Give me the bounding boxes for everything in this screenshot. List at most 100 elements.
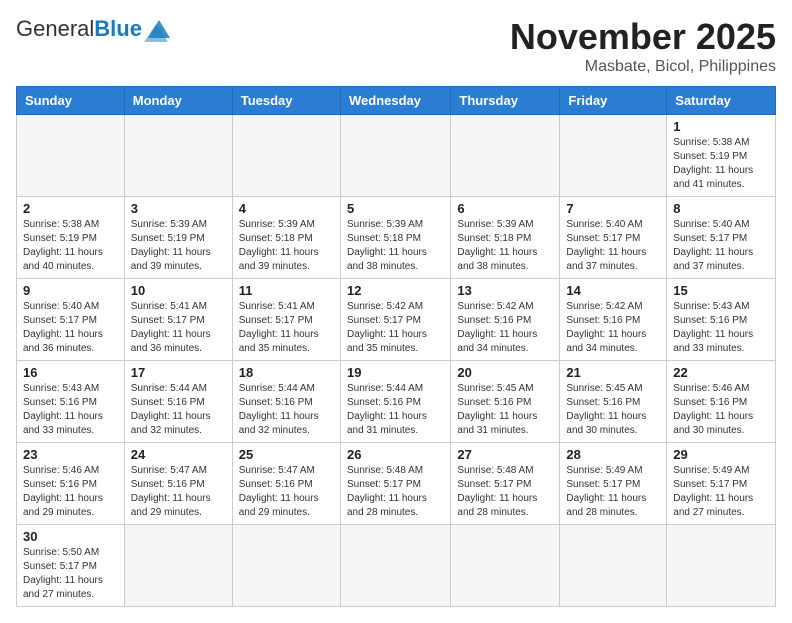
table-row [340,525,450,607]
table-row [124,525,232,607]
month-title: November 2025 [510,16,776,58]
day-number: 7 [566,201,660,216]
day-cell-7: 7Sunrise: 5:40 AMSunset: 5:17 PMDaylight… [560,197,667,279]
calendar-row-4: 16 Sunrise: 5:43 AMSunset: 5:16 PMDayligh… [17,361,776,443]
day-cell-1: 1 Sunrise: 5:38 AMSunset: 5:19 PMDaylight… [667,115,776,197]
day-cell-13: 13 Sunrise: 5:42 AMSunset: 5:16 PMDayligh… [451,279,560,361]
day-number: 21 [566,365,660,380]
logo: General Blue [16,16,172,42]
day-number: 22 [673,365,769,380]
day-cell-19: 19 Sunrise: 5:44 AMSunset: 5:16 PMDayligh… [340,361,450,443]
header-saturday: Saturday [667,87,776,115]
day-cell-16: 16 Sunrise: 5:43 AMSunset: 5:16 PMDayligh… [17,361,125,443]
day-number: 23 [23,447,118,462]
day-cell-17: 17 Sunrise: 5:44 AMSunset: 5:16 PMDayligh… [124,361,232,443]
day-number: 1 [673,119,769,134]
table-row [667,525,776,607]
day-number: 24 [131,447,226,462]
day-cell-24: 24 Sunrise: 5:47 AMSunset: 5:16 PMDayligh… [124,443,232,525]
day-info: Sunrise: 5:39 AMSunset: 5:18 PMDaylight:… [347,218,444,274]
day-number: 20 [457,365,553,380]
day-info: Sunrise: 5:46 AMSunset: 5:16 PMDaylight:… [673,382,769,438]
header-tuesday: Tuesday [232,87,340,115]
day-number: 26 [347,447,444,462]
day-number: 15 [673,283,769,298]
day-cell-4: 4Sunrise: 5:39 AMSunset: 5:18 PMDaylight… [232,197,340,279]
calendar-table: Sunday Monday Tuesday Wednesday Thursday… [16,86,776,607]
calendar-row-2: 2 Sunrise: 5:38 AMSunset: 5:19 PMDaylight… [17,197,776,279]
day-number: 25 [239,447,334,462]
day-info: Sunrise: 5:41 AMSunset: 5:17 PMDaylight:… [239,300,334,356]
calendar-row-6: 30 Sunrise: 5:50 AMSunset: 5:17 PMDayligh… [17,525,776,607]
page-header: General Blue November 2025 Masbate, Bico… [16,16,776,76]
day-number: 9 [23,283,118,298]
day-cell-21: 21 Sunrise: 5:45 AMSunset: 5:16 PMDayligh… [560,361,667,443]
day-cell-8: 8Sunrise: 5:40 AMSunset: 5:17 PMDaylight… [667,197,776,279]
day-number: 27 [457,447,553,462]
day-info: Sunrise: 5:46 AMSunset: 5:16 PMDaylight:… [23,464,118,520]
day-info: Sunrise: 5:49 AMSunset: 5:17 PMDaylight:… [673,464,769,520]
day-cell-27: 27 Sunrise: 5:48 AMSunset: 5:17 PMDayligh… [451,443,560,525]
day-info: Sunrise: 5:42 AMSunset: 5:16 PMDaylight:… [457,300,553,356]
calendar-row-3: 9 Sunrise: 5:40 AMSunset: 5:17 PMDaylight… [17,279,776,361]
day-cell-30: 30 Sunrise: 5:50 AMSunset: 5:17 PMDayligh… [17,525,125,607]
title-area: November 2025 Masbate, Bicol, Philippine… [510,16,776,76]
day-cell-18: 18Sunrise: 5:44 AMSunset: 5:16 PMDayligh… [232,361,340,443]
day-number: 11 [239,283,334,298]
day-number: 16 [23,365,118,380]
day-number: 2 [23,201,118,216]
day-info: Sunrise: 5:40 AMSunset: 5:17 PMDaylight:… [23,300,118,356]
day-number: 30 [23,529,118,544]
day-number: 6 [457,201,553,216]
day-info: Sunrise: 5:43 AMSunset: 5:16 PMDaylight:… [673,300,769,356]
day-number: 10 [131,283,226,298]
day-number: 14 [566,283,660,298]
day-number: 5 [347,201,444,216]
day-cell-22: 22 Sunrise: 5:46 AMSunset: 5:16 PMDayligh… [667,361,776,443]
day-number: 12 [347,283,444,298]
table-row [17,115,125,197]
day-cell-6: 6Sunrise: 5:39 AMSunset: 5:18 PMDaylight… [451,197,560,279]
logo-general-text: General [16,16,94,42]
table-row [340,115,450,197]
day-info: Sunrise: 5:48 AMSunset: 5:17 PMDaylight:… [457,464,553,520]
day-number: 18 [239,365,334,380]
day-cell-15: 15 Sunrise: 5:43 AMSunset: 5:16 PMDayligh… [667,279,776,361]
calendar-row-1: 1 Sunrise: 5:38 AMSunset: 5:19 PMDaylight… [17,115,776,197]
day-info: Sunrise: 5:44 AMSunset: 5:16 PMDaylight:… [131,382,226,438]
table-row [451,115,560,197]
location-title: Masbate, Bicol, Philippines [510,58,776,76]
day-info: Sunrise: 5:44 AMSunset: 5:16 PMDaylight:… [347,382,444,438]
day-info: Sunrise: 5:43 AMSunset: 5:16 PMDaylight:… [23,382,118,438]
day-cell-26: 26 Sunrise: 5:48 AMSunset: 5:17 PMDayligh… [340,443,450,525]
day-info: Sunrise: 5:47 AMSunset: 5:16 PMDaylight:… [131,464,226,520]
day-info: Sunrise: 5:47 AMSunset: 5:16 PMDaylight:… [239,464,334,520]
day-info: Sunrise: 5:45 AMSunset: 5:16 PMDaylight:… [457,382,553,438]
day-info: Sunrise: 5:50 AMSunset: 5:17 PMDaylight:… [23,546,118,602]
day-number: 17 [131,365,226,380]
day-number: 29 [673,447,769,462]
table-row [124,115,232,197]
day-cell-12: 12Sunrise: 5:42 AMSunset: 5:17 PMDayligh… [340,279,450,361]
day-cell-23: 23 Sunrise: 5:46 AMSunset: 5:16 PMDayligh… [17,443,125,525]
header-friday: Friday [560,87,667,115]
logo-blue-text: Blue [94,16,142,42]
day-number: 19 [347,365,444,380]
day-cell-2: 2 Sunrise: 5:38 AMSunset: 5:19 PMDaylight… [17,197,125,279]
table-row [451,525,560,607]
table-row [560,525,667,607]
header-monday: Monday [124,87,232,115]
header-sunday: Sunday [17,87,125,115]
table-row [560,115,667,197]
day-info: Sunrise: 5:38 AMSunset: 5:19 PMDaylight:… [673,136,769,192]
day-info: Sunrise: 5:49 AMSunset: 5:17 PMDaylight:… [566,464,660,520]
day-cell-9: 9 Sunrise: 5:40 AMSunset: 5:17 PMDaylight… [17,279,125,361]
day-number: 8 [673,201,769,216]
day-number: 13 [457,283,553,298]
day-cell-25: 25 Sunrise: 5:47 AMSunset: 5:16 PMDayligh… [232,443,340,525]
day-info: Sunrise: 5:48 AMSunset: 5:17 PMDaylight:… [347,464,444,520]
day-number: 28 [566,447,660,462]
day-info: Sunrise: 5:45 AMSunset: 5:16 PMDaylight:… [566,382,660,438]
day-info: Sunrise: 5:38 AMSunset: 5:19 PMDaylight:… [23,218,118,274]
day-info: Sunrise: 5:41 AMSunset: 5:17 PMDaylight:… [131,300,226,356]
